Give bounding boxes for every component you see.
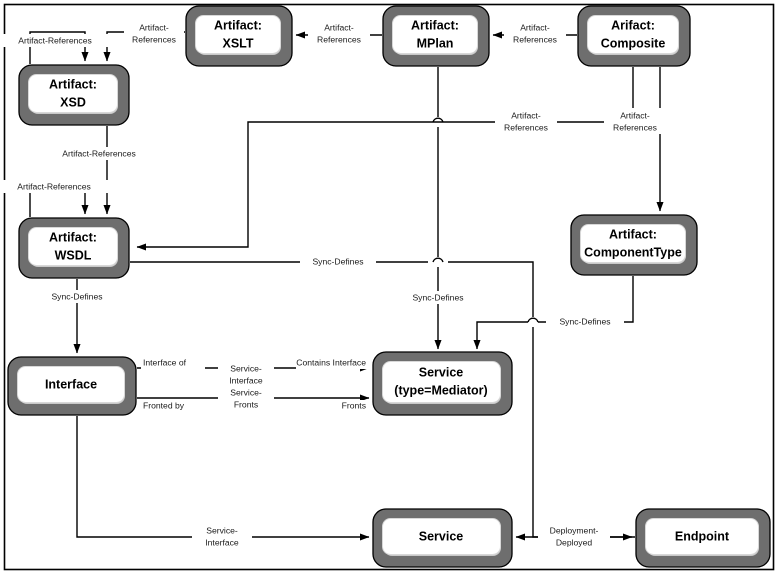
node-label-line1: Interface [45,377,97,391]
label-text: Fronts [234,399,258,409]
label-text: Service- [206,525,238,535]
label-text: Artifact- [620,110,650,120]
node-label-line1: Arifact: [611,18,655,32]
label-text: Artifact- [520,22,550,32]
artifact-relationship-diagram: Artifact-References Artifact- References… [0,3,775,571]
label-text: Interface [229,375,263,385]
label-text: Artifact-References [17,181,91,191]
node-label-line1: Artifact: [214,18,262,32]
label-text: Interface of [143,357,187,367]
node-label-line2: XSD [60,95,86,109]
node-artifact-mplan[interactable]: Artifact: MPlan [382,5,490,67]
label-fronted-by: Fronted by [141,400,201,412]
label-text: Interface [205,537,239,547]
node-label-line1: Endpoint [675,529,730,543]
label-fronts: Fronts [326,400,370,412]
label-interface-of: Interface of [141,357,205,369]
label-text: Artifact- [139,22,169,32]
label-composite-to-componenttype: Artifact- References [604,108,666,134]
node-label-line1: Artifact: [49,230,97,244]
label-text: Contains Interface [296,357,366,367]
node-artifact-xsd[interactable]: Artifact: XSD [18,64,130,126]
label-xsd-to-wsdl: Artifact-References [44,147,154,160]
label-service-interface-mediator: Service- Interface [218,361,274,387]
label-deployment-deployed: Deployment- Deployed [538,524,610,550]
label-text: Sync-Defines [412,292,463,302]
label-service-interface-bottom: Service- Interface [192,524,252,550]
label-text: References [132,34,176,44]
node-artifact-xslt[interactable]: Artifact: XSLT [185,5,293,67]
label-text: Sync-Defines [51,291,102,301]
label-mplan-sync-defines: Sync-Defines [400,291,478,304]
node-label-line1: Artifact: [411,18,459,32]
label-text: Fronted by [143,400,185,410]
label-service-fronts: Service- Fronts [218,386,274,412]
label-composite-to-mplan: Artifact- References [504,21,566,47]
label-mplan-to-xslt: Artifact- References [308,21,370,47]
label-wsdl-to-interface-sync-defines: Sync-Defines [38,290,116,303]
nodes-layer: Artifact: XSLT Artifact: MPlan Arifact: … [7,5,771,568]
label-text: Deployment- [550,525,599,535]
label-text: Service- [230,387,262,397]
label-text: Artifact-References [18,35,92,45]
label-contains-interface: Contains Interface [296,357,376,369]
node-label-line2: Composite [601,36,666,50]
edge-mplan-trunk [432,67,444,350]
label-text: Fronts [342,400,366,410]
label-text: Artifact-References [62,148,136,158]
label-wsdl-sync-defines-right: Sync-Defines [300,255,376,268]
label-wsdl-self-reference: Artifact-References [0,180,108,193]
node-service-mediator[interactable]: Service (type=Mediator) [372,351,513,416]
edge-composite-to-wsdl [136,67,634,251]
node-label-line2: WSDL [55,248,92,262]
label-text: References [513,34,557,44]
label-text: Artifact- [324,22,354,32]
node-label-line1: Artifact: [609,227,657,241]
label-componenttype-sync-defines: Sync-Defines [546,315,624,328]
label-text: References [317,34,361,44]
node-label-line2: ComponentType [584,245,682,259]
edge-componenttype-to-mediator [473,276,634,350]
node-arifact-composite[interactable]: Arifact: Composite [577,5,691,67]
node-endpoint[interactable]: Endpoint [635,508,771,568]
node-label-line2: XSLT [222,36,253,50]
node-artifact-wsdl[interactable]: Artifact: WSDL [18,217,130,279]
label-text: Service- [230,363,262,373]
label-text: References [504,122,548,132]
node-label-line1: Service [419,529,464,543]
label-text: References [613,122,657,132]
diagram-root: Artifact-References Artifact- References… [0,0,778,574]
label-xsd-self-reference: Artifact-References [2,34,108,47]
node-service[interactable]: Service [372,508,513,568]
node-interface[interactable]: Interface [7,356,137,416]
node-label-line1: Artifact: [49,77,97,91]
label-text: Sync-Defines [559,316,610,326]
node-artifact-componenttype[interactable]: Artifact: ComponentType [570,214,698,276]
label-text: Sync-Defines [312,256,363,266]
node-label-line2: MPlan [417,36,454,50]
label-xslt-to-xsd: Artifact- References [124,21,184,47]
node-label-line2: (type=Mediator) [394,383,487,397]
node-label-line1: Service [419,365,464,379]
label-mplan-to-wsdl: Artifact- References [495,108,557,134]
label-text: Deployed [556,537,593,547]
label-text: Artifact- [511,110,541,120]
edge-interface-to-service [76,416,370,541]
